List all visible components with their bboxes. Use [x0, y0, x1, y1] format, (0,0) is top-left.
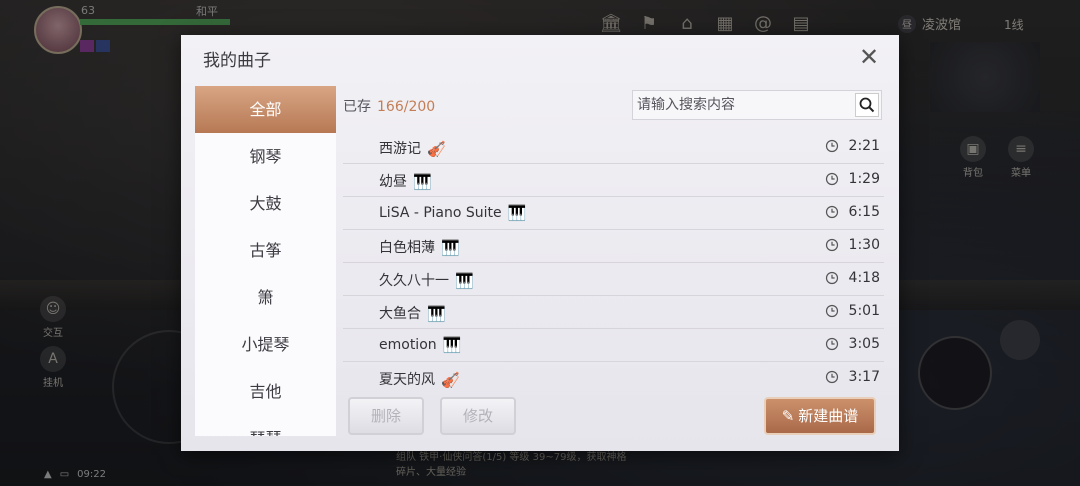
violin-icon: 🎻 [441, 371, 460, 389]
category-all[interactable]: 全部 [195, 86, 336, 133]
clock-icon [825, 304, 839, 318]
song-title: LiSA - Piano Suite [379, 205, 502, 221]
song-duration: 2:21 [848, 138, 880, 154]
dialog-title: 我的曲子 [203, 51, 271, 71]
song-title: 西游记 [379, 141, 421, 157]
category-guzheng[interactable]: 古筝 [195, 227, 336, 274]
song-row[interactable]: emotion 🎹 3:05 [343, 329, 884, 362]
clock-icon [825, 238, 839, 252]
clock-icon [825, 139, 839, 153]
category-pipa[interactable]: 琵琶 [195, 415, 336, 436]
search-box [632, 90, 882, 120]
delete-button[interactable]: 删除 [348, 397, 424, 435]
song-title: 久久八十一 [379, 273, 449, 289]
clock-icon [825, 271, 839, 285]
song-title: 夏天的风 [379, 372, 435, 388]
clock-icon [825, 337, 839, 351]
song-duration: 1:29 [848, 171, 880, 187]
song-row[interactable]: LiSA - Piano Suite 🎹 6:15 [343, 197, 884, 230]
clock-icon [825, 205, 839, 219]
search-input[interactable] [633, 91, 847, 119]
song-duration: 6:15 [848, 204, 880, 220]
song-row[interactable]: 大鱼合 🎹 5:01 [343, 296, 884, 329]
song-row[interactable]: 白色相薄 🎹 1:30 [343, 230, 884, 263]
song-duration: 1:30 [848, 237, 880, 253]
piano-icon: 🎹 [413, 173, 432, 191]
category-piano[interactable]: 钢琴 [195, 133, 336, 180]
stored-count: 已存 166/200 [343, 99, 436, 115]
piano-icon: 🎹 [427, 305, 446, 323]
song-duration: 4:18 [848, 270, 880, 286]
song-duration: 3:05 [848, 336, 880, 352]
piano-icon: 🎹 [455, 272, 474, 290]
song-row[interactable]: 西游记 🎻 2:21 [343, 131, 884, 164]
stored-count-value: 166/200 [377, 99, 436, 115]
song-row[interactable]: 夏天的风 🎻 3:17 [343, 362, 884, 389]
piano-icon: 🎹 [442, 336, 462, 354]
song-title: 白色相薄 [379, 240, 435, 256]
quill-icon: ✎ [781, 407, 795, 425]
song-duration: 3:17 [848, 369, 880, 385]
category-guitar[interactable]: 吉他 [195, 368, 336, 415]
piano-icon: 🎹 [441, 239, 460, 257]
close-icon[interactable]: ✕ [857, 45, 881, 69]
song-duration: 5:01 [848, 303, 880, 319]
category-violin[interactable]: 小提琴 [195, 321, 336, 368]
new-score-button[interactable]: ✎ 新建曲谱 [764, 397, 876, 435]
violin-icon: 🎻 [427, 140, 446, 158]
category-drum[interactable]: 大鼓 [195, 180, 336, 227]
search-button[interactable] [855, 93, 879, 117]
piano-icon: 🎹 [507, 204, 527, 222]
category-xiao[interactable]: 箫 [195, 274, 336, 321]
search-icon [859, 97, 875, 113]
song-row[interactable]: 幼昼 🎹 1:29 [343, 164, 884, 197]
song-title: 大鱼合 [379, 306, 421, 322]
song-title: emotion [379, 337, 437, 353]
song-list: 西游记 🎻 2:21 幼昼 🎹 1:29 LiSA - Piano Suite 🎹 6… [343, 131, 884, 389]
my-songs-dialog: 我的曲子 ✕ 全部 钢琴 大鼓 古筝 箫 小提琴 吉他 琵琶 已存166/200… [181, 35, 899, 451]
clock-icon [825, 370, 839, 384]
edit-button[interactable]: 修改 [440, 397, 516, 435]
clock-icon [825, 172, 839, 186]
song-row[interactable]: 久久八十一 🎹 4:18 [343, 263, 884, 296]
category-list: 全部 钢琴 大鼓 古筝 箫 小提琴 吉他 琵琶 [195, 86, 336, 436]
song-title: 幼昼 [379, 174, 407, 190]
